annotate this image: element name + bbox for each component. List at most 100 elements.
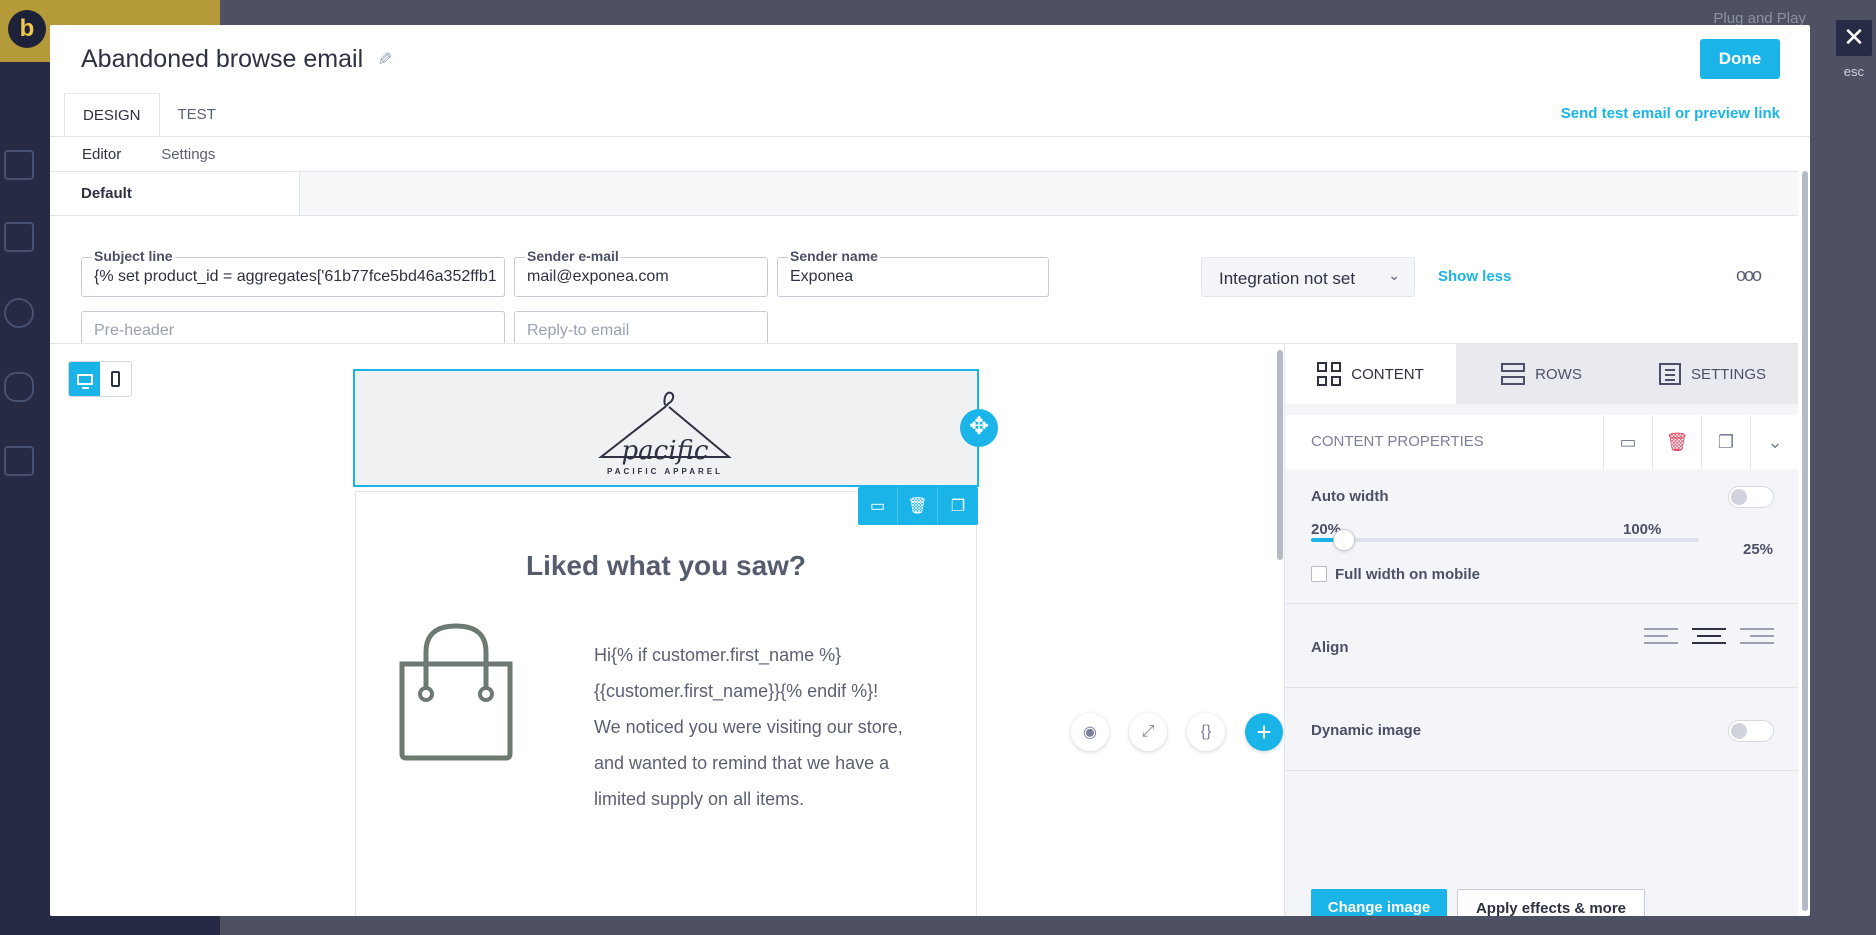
width-slider-handle[interactable] bbox=[1333, 529, 1356, 551]
canvas-scrollbar[interactable] bbox=[1276, 344, 1284, 624]
campaign-icon bbox=[4, 222, 34, 252]
divider bbox=[1285, 687, 1798, 688]
grid-icon bbox=[1317, 362, 1342, 386]
mobile-view-button[interactable] bbox=[100, 362, 131, 396]
body-line: and wanted to remind that we have a bbox=[594, 753, 890, 773]
trash-icon[interactable]: 🗑 bbox=[898, 487, 938, 525]
sender-email-field[interactable]: Sender e-mail mail@exponea.com bbox=[514, 248, 768, 297]
add-block-button[interactable]: + bbox=[1245, 713, 1283, 751]
full-width-mobile-label: Full width on mobile bbox=[1335, 566, 1480, 583]
width-slider[interactable] bbox=[1311, 529, 1699, 551]
tab-rows-label: ROWS bbox=[1535, 365, 1582, 383]
subject-line-value: {% set product_id = aggregates['61b77fce… bbox=[94, 268, 496, 285]
tabs-divider bbox=[50, 136, 1810, 137]
desktop-view-button[interactable] bbox=[69, 362, 100, 396]
panel-tabs: CONTENT ROWS SETTINGS bbox=[1285, 344, 1798, 404]
chevron-down-icon: ⌄ bbox=[1388, 267, 1400, 283]
trash-icon[interactable]: 🗑 bbox=[1652, 415, 1701, 469]
page-title: Abandoned browse email bbox=[81, 45, 364, 73]
align-center-icon[interactable] bbox=[1692, 628, 1726, 644]
canvas-actions: ◉ ⤢ {} + bbox=[1071, 713, 1283, 751]
canvas-scroll-thumb[interactable] bbox=[1277, 350, 1283, 560]
done-button[interactable]: Done bbox=[1700, 39, 1780, 79]
properties-panel: CONTENT ROWS SETTINGS CONTENT PROPERTIES… bbox=[1284, 344, 1799, 916]
body-line: Hi{% if customer.first_name %} bbox=[594, 645, 842, 665]
align-right-icon[interactable] bbox=[1740, 628, 1774, 644]
tab-test[interactable]: TEST bbox=[160, 93, 234, 137]
align-left-icon[interactable] bbox=[1644, 628, 1678, 644]
show-less-link[interactable]: Show less bbox=[1438, 268, 1511, 285]
send-test-link[interactable]: Send test email or preview link bbox=[1561, 105, 1780, 122]
divider bbox=[1285, 770, 1798, 771]
apply-effects-button[interactable]: Apply effects & more bbox=[1457, 889, 1645, 916]
template-tab-bar: Default bbox=[50, 171, 1798, 216]
content-properties-title: CONTENT PROPERTIES bbox=[1311, 433, 1484, 450]
tab-content[interactable]: CONTENT bbox=[1285, 344, 1456, 404]
align-buttons bbox=[1644, 628, 1774, 644]
email-content-block[interactable]: Liked what you saw? Hi{% if customer.fir… bbox=[355, 491, 977, 916]
width-value-label: 25% bbox=[1743, 541, 1774, 558]
comment-icon[interactable]: ▭ bbox=[1603, 415, 1652, 469]
dynamic-image-label: Dynamic image bbox=[1311, 722, 1422, 739]
tab-design[interactable]: DESIGN bbox=[64, 93, 160, 137]
width-max-label: 100% bbox=[1623, 521, 1662, 538]
mobile-icon bbox=[111, 371, 120, 387]
duplicate-icon[interactable]: ❐ bbox=[938, 487, 978, 525]
properties-toolbar: ▭ 🗑 ❐ ⌄ bbox=[1603, 415, 1799, 469]
change-image-button[interactable]: Change image bbox=[1311, 889, 1447, 916]
tab-settings-label: SETTINGS bbox=[1690, 365, 1766, 383]
subject-line-label: Subject line bbox=[92, 248, 175, 264]
main-tabs: DESIGN TEST bbox=[64, 93, 234, 137]
preheader-placeholder: Pre-header bbox=[94, 322, 175, 339]
subject-line-field[interactable]: Subject line {% set product_id = aggrega… bbox=[81, 248, 505, 297]
pencil-icon[interactable]: ✎ bbox=[374, 51, 394, 69]
dynamic-image-toggle[interactable] bbox=[1728, 720, 1774, 742]
title-row: Abandoned browse email ✎ bbox=[81, 45, 394, 74]
email-body-text: Hi{% if customer.first_name %} {{custome… bbox=[594, 637, 954, 817]
integration-select[interactable]: Integration not set ⌄ bbox=[1201, 257, 1415, 297]
close-modal-button[interactable]: ✕ bbox=[1836, 20, 1872, 56]
shopping-bag-icon bbox=[399, 623, 513, 761]
sender-name-label: Sender name bbox=[788, 248, 880, 264]
more-options-icon[interactable]: ooo bbox=[1736, 265, 1762, 286]
logo-subtext: PACIFIC APPAREL bbox=[607, 467, 723, 476]
esc-hint: esc bbox=[1843, 64, 1864, 79]
auto-width-toggle[interactable] bbox=[1728, 486, 1774, 508]
tab-rows[interactable]: ROWS bbox=[1456, 344, 1627, 404]
expand-icon[interactable]: ⤢ bbox=[1129, 713, 1167, 751]
sender-name-value: Exponea bbox=[790, 268, 854, 285]
panel-scrollbar[interactable] bbox=[1801, 171, 1809, 916]
comment-icon[interactable]: ▭ bbox=[858, 487, 898, 525]
background-nav-icon bbox=[4, 150, 34, 180]
reply-to-placeholder: Reply-to email bbox=[527, 322, 630, 339]
divider bbox=[1285, 603, 1798, 604]
email-editor-modal: Abandoned browse email ✎ Done DESIGN TES… bbox=[50, 25, 1810, 916]
width-slider-fill bbox=[1311, 538, 1336, 542]
folder-icon bbox=[4, 446, 34, 476]
content-properties-bar: CONTENT PROPERTIES ▭ 🗑 ❐ ⌄ bbox=[1285, 415, 1799, 469]
panel-scroll-thumb[interactable] bbox=[1802, 171, 1808, 911]
body-line: limited supply on all items. bbox=[594, 789, 805, 809]
preview-eye-icon[interactable]: ◉ bbox=[1071, 713, 1109, 751]
database-icon bbox=[4, 372, 34, 402]
settings-list-icon bbox=[1658, 363, 1681, 385]
template-tab-default[interactable]: Default bbox=[50, 172, 300, 215]
chevron-down-icon[interactable]: ⌄ bbox=[1750, 415, 1799, 469]
email-header-block[interactable]: pacific PACIFIC APPAREL bbox=[353, 369, 979, 487]
analytics-icon bbox=[4, 298, 34, 328]
tab-content-label: CONTENT bbox=[1351, 365, 1424, 383]
tab-settings[interactable]: SETTINGS bbox=[1627, 344, 1798, 404]
duplicate-icon[interactable]: ❐ bbox=[1701, 415, 1750, 469]
body-line: We noticed you were visiting our store, bbox=[594, 717, 903, 737]
pacific-logo: pacific PACIFIC APPAREL bbox=[585, 383, 745, 478]
email-heading: Liked what you saw? bbox=[525, 550, 807, 581]
rows-icon bbox=[1501, 363, 1526, 385]
row-toolbar: ▭ 🗑 ❐ bbox=[858, 487, 978, 525]
full-width-mobile-checkbox[interactable] bbox=[1311, 566, 1327, 582]
app-logo: b bbox=[8, 10, 46, 48]
move-icon[interactable]: ✥ bbox=[960, 409, 998, 447]
device-toggle bbox=[68, 361, 132, 397]
sender-email-label: Sender e-mail bbox=[525, 248, 621, 264]
code-braces-icon[interactable]: {} bbox=[1187, 713, 1225, 751]
sender-name-field[interactable]: Sender name Exponea bbox=[777, 248, 1049, 297]
